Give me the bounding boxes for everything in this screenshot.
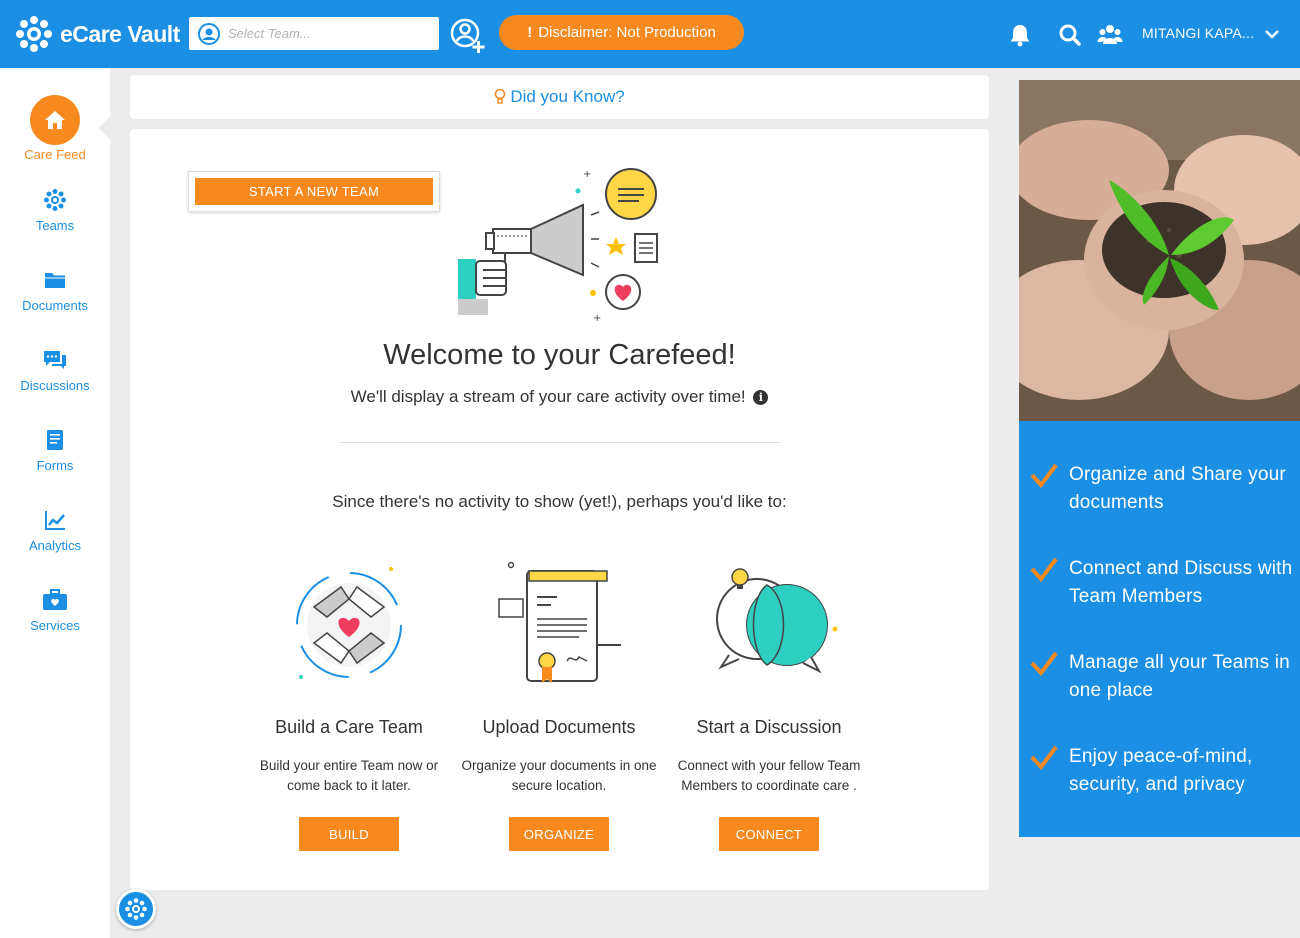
- sidebar-item-label: Analytics: [28, 538, 82, 553]
- documents-illustration: [498, 561, 621, 683]
- build-button[interactable]: BUILD: [299, 817, 399, 851]
- benefit-item: Organize and Share your documents: [1029, 461, 1300, 517]
- start-new-team-button[interactable]: START A NEW TEAM: [195, 178, 433, 205]
- sidebar-item-care-feed[interactable]: Care Feed: [0, 95, 110, 162]
- option-start-discussion: Start a Discussion Connect with your fel…: [664, 557, 874, 851]
- user-name[interactable]: MITANGI KAPA...: [1142, 25, 1254, 41]
- search-icon[interactable]: [1057, 22, 1083, 48]
- logo-icon: [16, 16, 52, 52]
- benefit-item: Manage all your Teams in one place: [1029, 649, 1300, 705]
- group-icon[interactable]: [1097, 22, 1123, 48]
- add-user-icon[interactable]: [448, 16, 488, 56]
- option-upload-documents: Upload Documents Organize your documents…: [454, 557, 664, 851]
- disclaimer-text: Disclaimer: Not Production: [538, 24, 716, 41]
- hands-with-plant-photo: [1019, 80, 1300, 421]
- sidebar-item-documents[interactable]: Documents: [0, 268, 110, 313]
- home-icon: [30, 95, 80, 145]
- app-logo[interactable]: eCare Vault: [14, 14, 180, 54]
- option-description: Build your entire Team now or come back …: [259, 758, 439, 793]
- no-activity-prompt: Since there's no activity to show (yet!)…: [332, 492, 787, 511]
- checkmark-icon: [1030, 463, 1058, 489]
- svg-text:+: +: [583, 169, 591, 180]
- benefit-text: Enjoy peace-of-mind, security, and priva…: [1069, 746, 1253, 795]
- sidebar-item-label: Forms: [36, 458, 74, 473]
- benefits-panel: Organize and Share your documents Connec…: [1019, 421, 1300, 837]
- start-team-panel: START A NEW TEAM: [188, 171, 440, 212]
- option-description: Organize your documents in one secure lo…: [461, 758, 657, 793]
- chevron-down-icon[interactable]: [1264, 26, 1280, 42]
- sidebar-item-label: Documents: [22, 298, 88, 313]
- benefit-text: Connect and Discuss with Team Members: [1069, 558, 1293, 607]
- benefit-item: Connect and Discuss with Team Members: [1029, 555, 1300, 611]
- megaphone-illustration: + +: [458, 168, 658, 324]
- exclamation-icon: !: [527, 24, 533, 41]
- sidebar-item-discussions[interactable]: Discussions: [0, 348, 110, 393]
- benefit-text: Organize and Share your documents: [1069, 464, 1286, 513]
- app-name: eCare Vault: [60, 20, 180, 47]
- sidebar-item-analytics[interactable]: Analytics: [0, 508, 110, 553]
- form-icon: [47, 430, 63, 450]
- team-hands-illustration: [296, 567, 402, 679]
- benefit-text: Manage all your Teams in one place: [1069, 652, 1290, 701]
- checkmark-icon: [1030, 745, 1058, 771]
- user-circle-icon: [198, 22, 220, 45]
- team-select[interactable]: Select Team...: [189, 17, 439, 50]
- checkmark-icon: [1030, 651, 1058, 677]
- sidebar-item-forms[interactable]: Forms: [0, 428, 110, 473]
- option-title: Build a Care Team: [275, 717, 423, 737]
- discussion-illustration: [716, 568, 838, 674]
- svg-text:+: +: [593, 313, 601, 324]
- option-description: Connect with your fellow Team Members to…: [677, 758, 861, 793]
- sidebar-item-teams[interactable]: Teams: [0, 188, 110, 233]
- sidebar-item-label: Teams: [35, 218, 75, 233]
- sidebar-item-label: Care Feed: [24, 147, 86, 162]
- did-you-know-text: Did you Know?: [510, 87, 625, 106]
- sidebar-item-label: Discussions: [20, 378, 90, 393]
- benefit-item: Enjoy peace-of-mind, security, and priva…: [1029, 743, 1300, 799]
- sidebar-item-services[interactable]: Services: [0, 588, 110, 633]
- welcome-subtitle: We'll display a stream of your care acti…: [130, 387, 989, 407]
- bell-icon[interactable]: [1007, 22, 1033, 48]
- divider: [339, 442, 780, 443]
- option-build-team: Build a Care Team Build your entire Team…: [244, 557, 454, 851]
- logo-icon: [125, 898, 147, 920]
- disclaimer-badge: ! Disclaimer: Not Production: [499, 15, 744, 50]
- team-select-placeholder: Select Team...: [228, 26, 311, 41]
- option-title: Start a Discussion: [696, 717, 842, 737]
- subtitle-text: We'll display a stream of your care acti…: [350, 387, 746, 406]
- top-bar: eCare Vault Select Team... ! Disclaimer:…: [0, 0, 1300, 68]
- checkmark-icon: [1030, 557, 1058, 583]
- connect-button[interactable]: CONNECT: [719, 817, 819, 851]
- sidebar: Care Feed Teams Documents Discussions Fo…: [0, 68, 110, 938]
- welcome-heading: Welcome to your Carefeed!: [383, 339, 736, 371]
- chat-icon: [44, 351, 66, 369]
- organize-button[interactable]: ORGANIZE: [509, 817, 609, 851]
- sidebar-item-label: Services: [30, 618, 80, 633]
- did-you-know-bar[interactable]: Did you Know?: [130, 75, 989, 119]
- help-launcher-button[interactable]: [116, 889, 156, 929]
- folder-icon: [45, 273, 65, 288]
- chart-icon: [45, 511, 65, 530]
- option-title: Upload Documents: [482, 717, 636, 737]
- lightbulb-icon: [495, 88, 506, 104]
- teams-icon: [44, 189, 66, 211]
- carefeed-card: START A NEW TEAM + + Welcome to your Car…: [130, 129, 989, 890]
- briefcase-icon: [43, 589, 67, 610]
- info-icon[interactable]: i: [753, 390, 769, 405]
